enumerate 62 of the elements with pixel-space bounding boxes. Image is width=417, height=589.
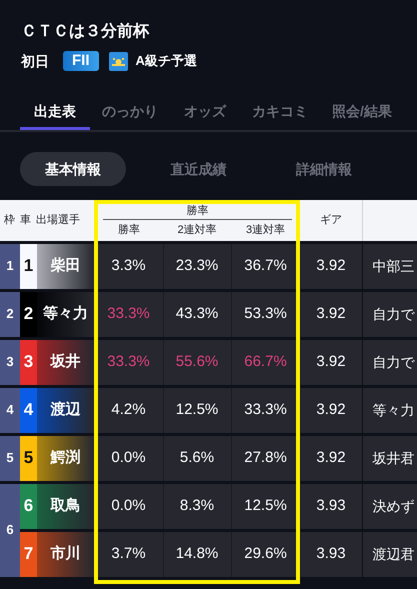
rider-name: 鰐渕 <box>37 434 94 482</box>
comment-cell: 決めず <box>362 482 417 530</box>
tab[interactable]: のっかり <box>90 96 170 130</box>
car-number: 5 <box>20 434 37 482</box>
column-header: 車 <box>20 213 31 228</box>
car-number: 1 <box>20 242 37 290</box>
gear-cell: 3.93 <box>300 530 362 578</box>
column-header: 勝率 <box>118 224 140 236</box>
gear-cell: 3.92 <box>300 338 362 386</box>
frame-number: 4 <box>0 386 20 434</box>
comment-cell: 坂井君 <box>362 434 417 482</box>
column-header: 枠 <box>4 213 15 228</box>
gear-cell: 3.92 <box>300 242 362 290</box>
rate-cell: 55.6% <box>163 338 232 386</box>
comment-cell: 渡辺君 <box>362 530 417 578</box>
gear-cell: 3.92 <box>300 290 362 338</box>
rate-cell: 8.3% <box>163 482 232 530</box>
comment-cell: 自力で <box>362 338 417 386</box>
rider-name: 渡辺 <box>37 386 94 434</box>
rider-name: 取鳥 <box>37 482 94 530</box>
column-header: ギア <box>320 214 342 226</box>
column-header: 2連対率 <box>177 224 217 236</box>
rider-name: 市川 <box>37 530 94 578</box>
tab[interactable]: カキコミ <box>240 96 320 130</box>
rate-cell: 12.5% <box>163 386 232 434</box>
comment-cell: 中部三 <box>362 242 417 290</box>
day-label: 初日 <box>21 52 49 70</box>
segment-button[interactable]: 直近成績 <box>146 152 252 186</box>
gear-cell: 3.92 <box>300 386 362 434</box>
sunrise-icon <box>108 52 128 70</box>
car-number: 4 <box>20 386 37 434</box>
rate-cell: 14.8% <box>163 530 232 578</box>
frame-number: 6 <box>0 482 20 578</box>
car-number: 2 <box>20 290 37 338</box>
tab[interactable]: 出走表 <box>20 96 90 130</box>
rate-cell: 5.6% <box>163 434 232 482</box>
comment-cell: 等々力 <box>362 386 417 434</box>
tab[interactable]: オッズ <box>170 96 240 130</box>
segment-button[interactable]: 詳細情報 <box>271 152 378 186</box>
rider-name: 柴田 <box>37 242 94 290</box>
rate-cell: 43.3% <box>163 290 232 338</box>
segment-button[interactable]: 基本情報 <box>20 152 126 186</box>
race-type-label: A級チ予選 <box>136 52 197 70</box>
tab[interactable]: 照会/結果 <box>320 96 404 130</box>
rider-name: 等々力 <box>37 290 94 338</box>
rate-cell: 23.3% <box>163 242 232 290</box>
comment-cell: 自力で <box>362 290 417 338</box>
frame-number: 2 <box>0 290 20 338</box>
column-header: 出場選手 <box>36 213 80 228</box>
car-number: 3 <box>20 338 37 386</box>
frame-number: 3 <box>0 338 20 386</box>
grade-badge: FII <box>63 51 98 71</box>
rate-cell: 36.7% <box>231 242 300 290</box>
frame-number: 5 <box>0 434 20 482</box>
car-number: 6 <box>20 482 37 530</box>
race-title: ＣＴＣは３分前杯 <box>21 22 150 42</box>
car-number: 7 <box>20 530 37 578</box>
frame-number: 1 <box>0 242 20 290</box>
column-header: 3連対率 <box>246 224 286 236</box>
rider-name: 坂井 <box>37 338 94 386</box>
gear-cell: 3.92 <box>300 434 362 482</box>
gear-cell: 3.93 <box>300 482 362 530</box>
